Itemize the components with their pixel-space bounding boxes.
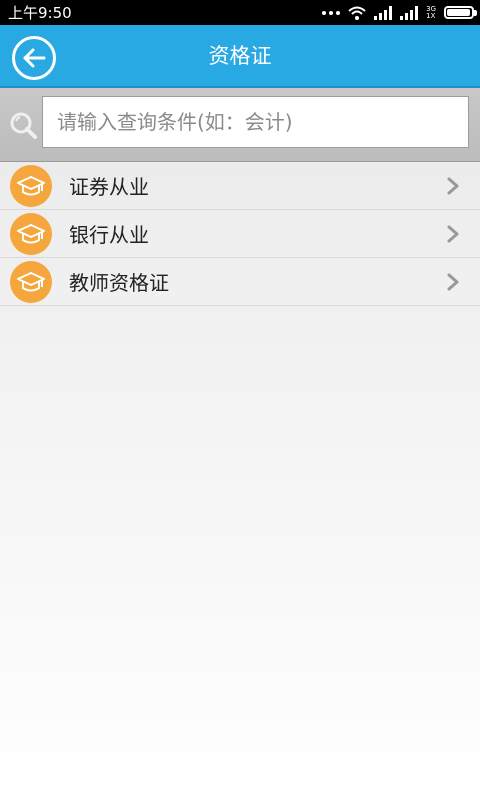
arrow-left-icon (23, 48, 46, 68)
chevron-right-icon (447, 273, 459, 291)
app-header: 资格证 (0, 25, 480, 88)
graduation-cap-icon (10, 261, 52, 303)
network-type-label: 3G 1X (426, 5, 436, 20)
search-input[interactable] (42, 96, 469, 148)
list-item[interactable]: 教师资格证 (0, 258, 480, 306)
search-bar (0, 88, 480, 162)
signal-icon (374, 5, 393, 20)
chevron-right-icon (447, 225, 459, 243)
status-icons: 3G 1X (322, 0, 477, 25)
search-icon (10, 112, 37, 139)
list-item[interactable]: 证券从业 (0, 162, 480, 210)
list-item-label: 银行从业 (69, 223, 149, 247)
list-item-label: 教师资格证 (69, 271, 169, 295)
certificate-list: 证券从业 银行从业 教师资格证 (0, 162, 480, 800)
signal-icon-2 (400, 5, 419, 20)
chevron-right-icon (447, 177, 459, 195)
battery-icon (444, 6, 477, 19)
back-button[interactable] (12, 36, 56, 80)
status-bar: 上午9:50 3G 1X (0, 0, 480, 25)
battery-level (447, 9, 470, 16)
graduation-cap-icon (10, 213, 52, 255)
page-title: 资格证 (208, 44, 272, 68)
list-item-label: 证券从业 (69, 175, 149, 199)
network-type-bottom: 1X (426, 11, 436, 20)
list-item[interactable]: 银行从业 (0, 210, 480, 258)
more-dots-icon (322, 10, 341, 15)
wifi-icon (348, 6, 366, 20)
status-time: 上午9:50 (8, 4, 72, 22)
graduation-cap-icon (10, 165, 52, 207)
